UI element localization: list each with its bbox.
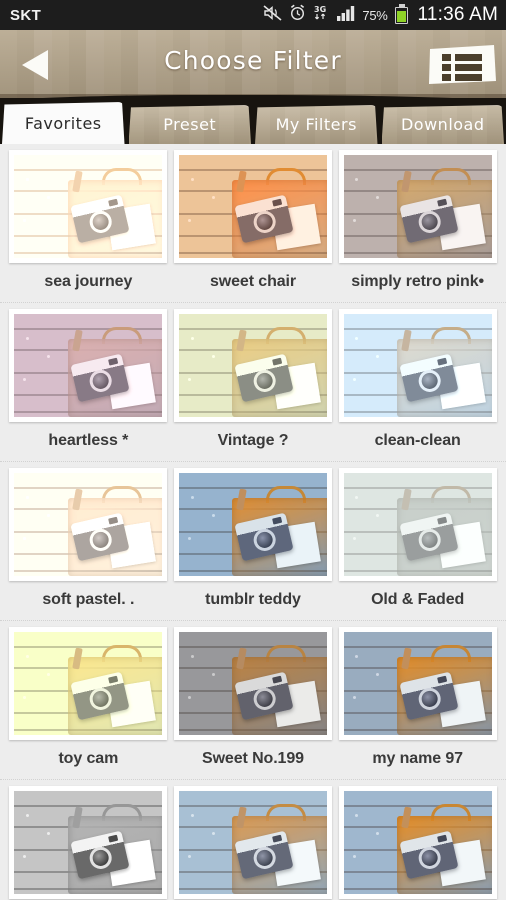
- filter-item[interactable]: sweet chair: [171, 150, 336, 302]
- filter-item[interactable]: clean-clean: [335, 309, 500, 461]
- status-bar: SKT 3G 75% 11:36 AM: [0, 0, 506, 30]
- tab-label: Preset: [163, 115, 217, 134]
- tab-label: Download: [400, 115, 485, 134]
- mute-icon: [263, 4, 282, 26]
- status-icons: 3G 75% 11:36 AM: [263, 3, 498, 26]
- filter-row: [0, 780, 506, 900]
- alarm-icon: [289, 4, 306, 26]
- svg-text:3G: 3G: [314, 5, 326, 14]
- filter-row: heartless * Vintage ? clean-clean: [0, 303, 506, 462]
- filter-item[interactable]: Old & Faded: [335, 468, 500, 620]
- filter-thumbnail[interactable]: [338, 627, 497, 740]
- filter-item[interactable]: toy cam: [6, 627, 171, 779]
- filter-name-label: heartless *: [48, 432, 129, 449]
- filter-name-label: simply retro pink•: [351, 273, 484, 290]
- filter-preview-image: [14, 473, 163, 576]
- tab-bar: Favorites Preset My Filters Download: [0, 95, 506, 144]
- filter-thumbnail[interactable]: [173, 309, 332, 422]
- filter-thumbnail[interactable]: [9, 627, 168, 740]
- filter-thumbnail[interactable]: [173, 627, 332, 740]
- filter-preview-image: [178, 632, 327, 735]
- clock-label: 11:36 AM: [417, 4, 498, 25]
- filter-thumbnail[interactable]: [173, 786, 332, 899]
- filter-item[interactable]: [335, 786, 500, 900]
- filter-preview-image: [14, 314, 163, 417]
- filter-preview-image: [178, 791, 327, 894]
- filter-name-label: toy cam: [58, 750, 119, 767]
- filter-item[interactable]: Sweet No.199: [171, 627, 336, 779]
- list-view-icon[interactable]: [426, 43, 498, 87]
- filter-item[interactable]: [171, 786, 336, 900]
- filter-thumbnail[interactable]: [338, 468, 497, 581]
- filter-preview-image: [343, 473, 492, 576]
- filter-thumbnail[interactable]: [9, 786, 168, 899]
- filter-thumbnail[interactable]: [9, 150, 168, 263]
- filter-row: sea journey sweet chair simply retro pink•: [0, 144, 506, 303]
- filter-name-label: clean-clean: [374, 432, 461, 449]
- filter-preview-image: [14, 632, 163, 735]
- filter-preview-image: [178, 473, 327, 576]
- filter-item[interactable]: my name 97: [335, 627, 500, 779]
- signal-icon: [337, 5, 355, 26]
- filter-name-label: tumblr teddy: [205, 591, 301, 608]
- filter-item[interactable]: simply retro pink•: [335, 150, 500, 302]
- filter-item[interactable]: Vintage ?: [171, 309, 336, 461]
- network-3g-icon: 3G: [313, 4, 330, 26]
- filter-preview-image: [343, 314, 492, 417]
- tab-my-filters[interactable]: My Filters: [255, 105, 378, 144]
- filter-name-label: Sweet No.199: [202, 750, 304, 767]
- tab-download[interactable]: Download: [381, 105, 504, 144]
- filter-item[interactable]: tumblr teddy: [171, 468, 336, 620]
- tab-preset[interactable]: Preset: [128, 105, 251, 144]
- filter-name-label: my name 97: [372, 750, 463, 767]
- filter-thumbnail[interactable]: [9, 309, 168, 422]
- filter-name-label: soft pastel. .: [42, 591, 135, 608]
- filter-preview-image: [14, 791, 163, 894]
- filter-preview-image: [178, 155, 327, 258]
- filter-row: toy cam Sweet No.199 my name 97: [0, 621, 506, 780]
- filter-preview-image: [343, 632, 492, 735]
- tab-favorites[interactable]: Favorites: [2, 102, 125, 144]
- filter-item[interactable]: soft pastel. .: [6, 468, 171, 620]
- tab-label: Favorites: [24, 113, 102, 133]
- battery-icon: [394, 3, 408, 24]
- filter-thumbnail[interactable]: [9, 468, 168, 581]
- filter-thumbnail[interactable]: [338, 309, 497, 422]
- filter-item[interactable]: heartless *: [6, 309, 171, 461]
- filter-thumbnail[interactable]: [173, 150, 332, 263]
- filter-preview-image: [14, 155, 163, 258]
- filter-thumbnail[interactable]: [338, 150, 497, 263]
- filter-item[interactable]: [6, 786, 171, 900]
- filter-name-label: Old & Faded: [371, 591, 465, 608]
- app-header: Choose Filter: [0, 30, 506, 98]
- filter-name-label: Vintage ?: [217, 432, 289, 449]
- filter-thumbnail[interactable]: [338, 786, 497, 899]
- filter-name-label: sea journey: [44, 273, 133, 290]
- filter-preview-image: [343, 155, 492, 258]
- battery-percent-label: 75%: [362, 7, 388, 23]
- filter-row: soft pastel. . tumblr teddy Old & Faded: [0, 462, 506, 621]
- filter-item[interactable]: sea journey: [6, 150, 171, 302]
- tab-label: My Filters: [275, 115, 357, 134]
- carrier-label: SKT: [10, 6, 42, 24]
- filter-grid: sea journey sweet chair simply retro pink•…: [0, 144, 506, 900]
- filter-name-label: sweet chair: [209, 273, 297, 290]
- filter-preview-image: [178, 314, 327, 417]
- filter-preview-image: [343, 791, 492, 894]
- filter-thumbnail[interactable]: [173, 468, 332, 581]
